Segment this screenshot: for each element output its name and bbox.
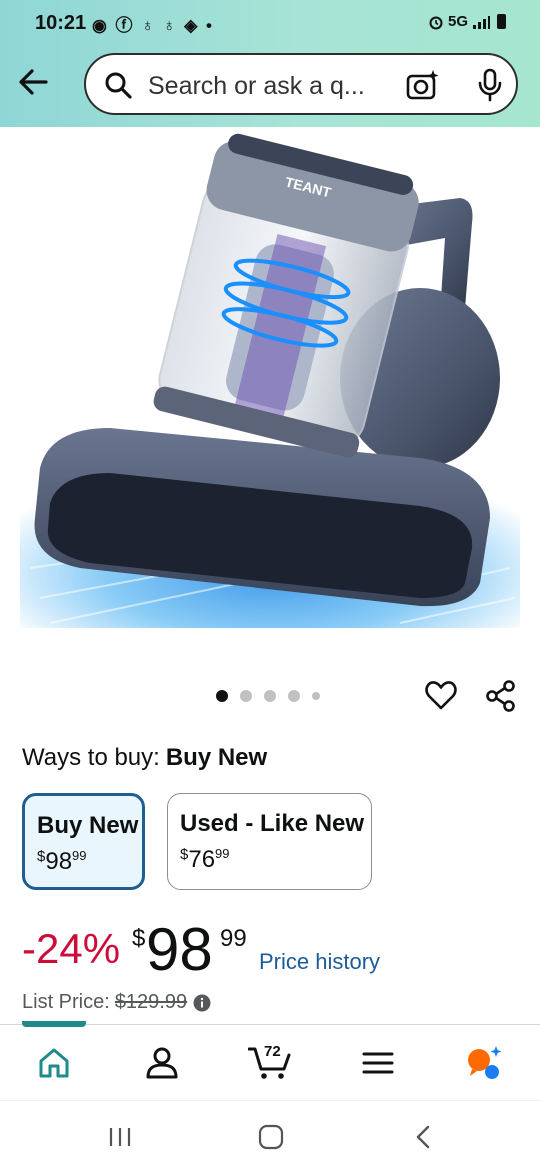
- price-currency: $: [132, 925, 146, 952]
- ways-to-buy-label: Ways to buy:: [22, 744, 160, 771]
- home-button-icon[interactable]: [257, 1123, 285, 1151]
- ways-to-buy: Ways to buy: Buy New: [22, 744, 267, 772]
- microphone-icon[interactable]: [476, 68, 504, 102]
- menu-icon[interactable]: [360, 1045, 396, 1081]
- account-icon[interactable]: [144, 1045, 180, 1081]
- search-placeholder: Search or ask a q...: [148, 72, 365, 100]
- battery-icon: [497, 14, 506, 29]
- recent-apps-icon[interactable]: [106, 1123, 134, 1151]
- ways-to-buy-selected: Buy New: [165, 744, 268, 771]
- back-arrow-icon[interactable]: [16, 64, 52, 100]
- app-header: 10:21 ◉ ⓕ ♁ ♁ ◈ • 5G Search or ask a q..…: [0, 0, 540, 127]
- price-history-link[interactable]: Price history: [259, 949, 380, 975]
- image-dot[interactable]: [240, 690, 252, 702]
- list-price: List Price: $129.99: [22, 991, 211, 1014]
- share-icon[interactable]: [484, 679, 518, 713]
- bottom-navigation: 72: [0, 1021, 540, 1101]
- image-pagination[interactable]: [216, 690, 320, 702]
- option-title: Used - Like New: [180, 810, 365, 837]
- rufus-icon[interactable]: [466, 1045, 502, 1081]
- search-input[interactable]: Search or ask a q...: [84, 53, 518, 115]
- search-icon: [105, 72, 132, 99]
- status-bar: 10:21 ◉ ⓕ ♁ ♁ ◈ • 5G: [0, 0, 540, 46]
- price-fraction: 99: [220, 925, 247, 952]
- image-dot[interactable]: [312, 692, 320, 700]
- heart-icon[interactable]: [424, 678, 458, 712]
- cart-count: 72: [264, 1043, 281, 1060]
- back-button-icon[interactable]: [410, 1123, 438, 1151]
- camera-search-icon[interactable]: [406, 69, 440, 101]
- status-right: 5G: [428, 13, 506, 30]
- image-dot[interactable]: [264, 690, 276, 702]
- image-dot-active[interactable]: [216, 690, 228, 702]
- option-buy-new[interactable]: Buy New $9899: [22, 793, 145, 890]
- network-label: 5G: [447, 13, 468, 30]
- discount-percent: -24%: [22, 925, 121, 972]
- image-dot[interactable]: [288, 690, 300, 702]
- option-title: Buy New: [37, 812, 139, 839]
- home-icon[interactable]: [36, 1045, 72, 1081]
- list-price-value: $129.99: [114, 991, 188, 1013]
- option-price: $7699: [180, 846, 230, 873]
- product-image[interactable]: TEANT: [20, 128, 520, 638]
- notification-icons: ◉ ⓕ ♁ ♁ ◈ •: [92, 16, 214, 35]
- signal-icon: [473, 15, 490, 29]
- price-whole: 98: [146, 916, 213, 983]
- alarm-icon: [429, 16, 443, 29]
- list-price-label: List Price:: [22, 991, 110, 1013]
- info-icon[interactable]: [193, 994, 211, 1012]
- active-tab-indicator: [22, 1021, 86, 1027]
- option-used-like-new[interactable]: Used - Like New $7699: [167, 793, 372, 890]
- system-navigation-bar: [0, 1100, 540, 1171]
- status-time: 10:21: [35, 12, 87, 34]
- option-price: $9899: [37, 848, 87, 875]
